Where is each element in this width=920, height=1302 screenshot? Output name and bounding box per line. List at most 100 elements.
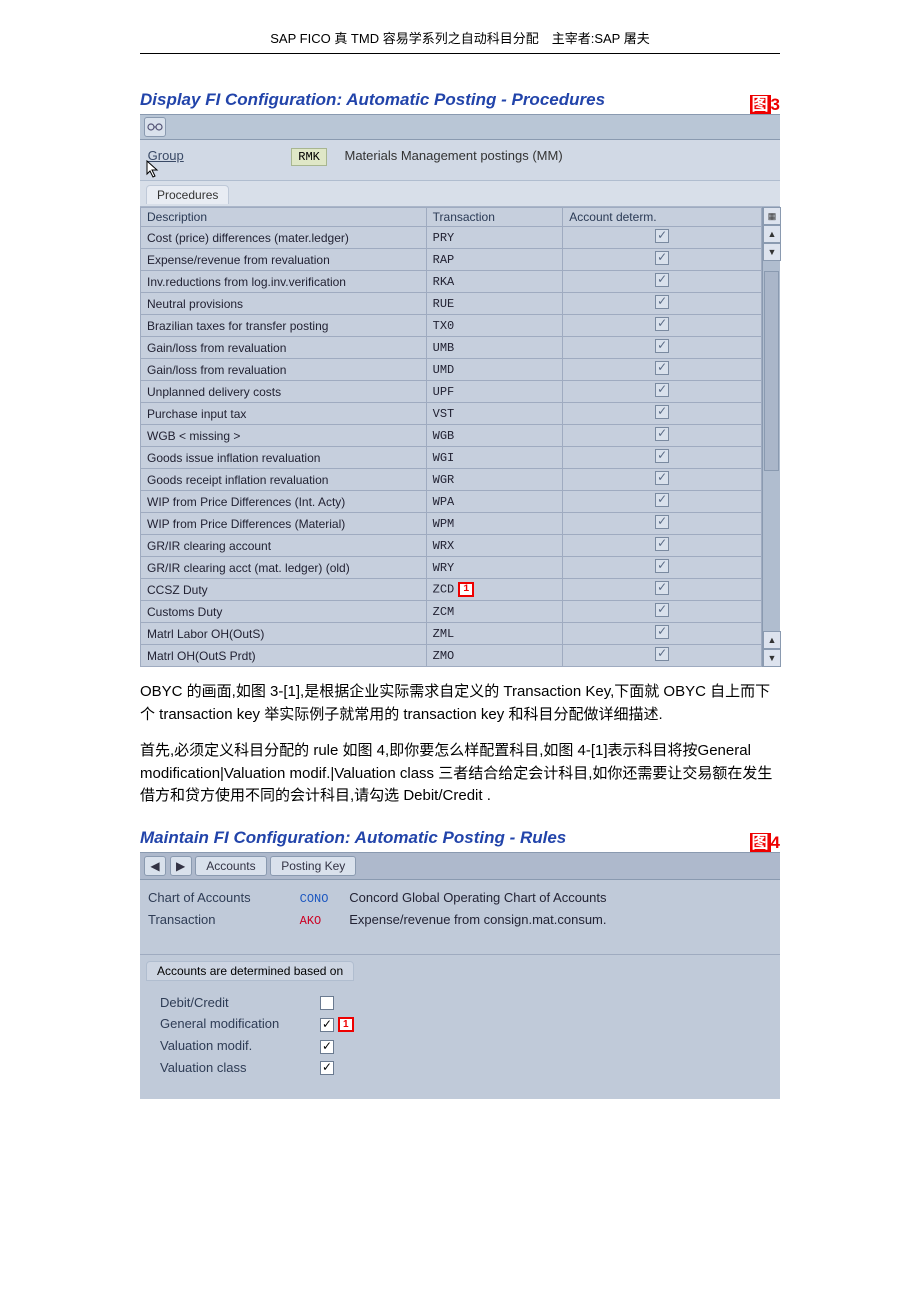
rule-checkbox[interactable] [320,1040,334,1054]
checkbox-checked-icon[interactable] [655,361,669,375]
table-row[interactable]: WIP from Price Differences (Material)WPM [141,513,762,535]
table-config-icon[interactable]: ▦ [763,207,781,225]
checkbox-checked-icon[interactable] [655,339,669,353]
scroll-up-icon[interactable]: ▲ [763,225,781,243]
cell-account-determ [563,403,762,425]
table-row[interactable]: Cost (price) differences (mater.ledger)P… [141,227,762,249]
cell-description: WGB < missing > [141,425,427,447]
cell-account-determ [563,579,762,601]
cell-description: Unplanned delivery costs [141,381,427,403]
table-row[interactable]: Expense/revenue from revaluationRAP [141,249,762,271]
figure-3: Display FI Configuration: Automatic Post… [140,84,780,667]
checkbox-checked-icon[interactable] [655,427,669,441]
scroll-up2-icon[interactable]: ▲ [763,631,781,649]
cell-account-determ [563,601,762,623]
cell-description: Gain/loss from revaluation [141,359,427,381]
rule-checkbox[interactable] [320,1018,334,1032]
rule-checkbox[interactable] [320,1061,334,1075]
table-row[interactable]: Goods issue inflation revaluationWGI [141,447,762,469]
table-row[interactable]: GR/IR clearing acct (mat. ledger) (old)W… [141,557,762,579]
table-row[interactable]: Gain/loss from revaluationUMD [141,359,762,381]
scroll-down-icon[interactable]: ▼ [763,243,781,261]
checkbox-checked-icon[interactable] [655,405,669,419]
table-row[interactable]: Matrl Labor OH(OutS)ZML [141,623,762,645]
cell-transaction: ZMO [426,645,563,667]
rules-box-title: Accounts are determined based on [146,961,354,981]
table-row[interactable]: Gain/loss from revaluationUMB [141,337,762,359]
checkbox-checked-icon[interactable] [655,471,669,485]
table-row[interactable]: Inv.reductions from log.inv.verification… [141,271,762,293]
col-transaction[interactable]: Transaction [426,208,563,227]
table-scrollbar[interactable]: ▦ ▲ ▼ ▲ ▼ [762,207,780,667]
accounts-button[interactable]: Accounts [195,856,266,876]
table-row[interactable]: WIP from Price Differences (Int. Acty)WP… [141,491,762,513]
checkbox-checked-icon[interactable] [655,603,669,617]
group-label: Group [148,148,288,163]
rule-checkbox[interactable] [320,996,334,1010]
coa-code: CONO [300,892,346,906]
checkbox-checked-icon[interactable] [655,273,669,287]
checkbox-checked-icon[interactable] [655,295,669,309]
cell-account-determ [563,469,762,491]
checkbox-checked-icon[interactable] [655,581,669,595]
coa-desc: Concord Global Operating Chart of Accoun… [349,890,606,905]
cell-description: Expense/revenue from revaluation [141,249,427,271]
glasses-icon[interactable] [144,117,166,137]
tx-desc: Expense/revenue from consign.mat.consum. [349,912,606,927]
table-row[interactable]: Unplanned delivery costsUPF [141,381,762,403]
col-account-determ[interactable]: Account determ. [563,208,762,227]
cell-transaction: RKA [426,271,563,293]
cell-description: Customs Duty [141,601,427,623]
cell-description: Inv.reductions from log.inv.verification [141,271,427,293]
cell-transaction: UMD [426,359,563,381]
cell-transaction: WRY [426,557,563,579]
cell-description: Goods receipt inflation revaluation [141,469,427,491]
fig4-label: 图4 [750,828,780,853]
next-button[interactable]: ▶ [170,856,192,876]
prev-button[interactable]: ◀ [144,856,166,876]
coa-label: Chart of Accounts [148,890,296,905]
cell-transaction: WGR [426,469,563,491]
cell-transaction: ZML [426,623,563,645]
scroll-down2-icon[interactable]: ▼ [763,649,781,667]
table-row[interactable]: Matrl OH(OutS Prdt)ZMO [141,645,762,667]
posting-key-button[interactable]: Posting Key [270,856,356,876]
rule-row: Valuation modif. [160,1038,770,1054]
cell-transaction: ZCD1 [426,579,563,601]
checkbox-checked-icon[interactable] [655,647,669,661]
cell-account-determ [563,447,762,469]
table-row[interactable]: GR/IR clearing accountWRX [141,535,762,557]
table-row[interactable]: Neutral provisionsRUE [141,293,762,315]
cell-account-determ [563,249,762,271]
checkbox-checked-icon[interactable] [655,449,669,463]
table-row[interactable]: Goods receipt inflation revaluationWGR [141,469,762,491]
tx-code: AKO [300,914,346,928]
rule-label: Debit/Credit [160,995,320,1010]
cell-transaction: RAP [426,249,563,271]
scroll-track[interactable] [763,261,780,631]
rule-row: Debit/Credit [160,995,770,1011]
table-row[interactable]: Purchase input taxVST [141,403,762,425]
table-row[interactable]: Customs DutyZCM [141,601,762,623]
checkbox-checked-icon[interactable] [655,383,669,397]
scroll-thumb[interactable] [764,271,779,471]
checkbox-checked-icon[interactable] [655,493,669,507]
col-description[interactable]: Description [141,208,427,227]
cell-account-determ [563,227,762,249]
group-desc: Materials Management postings (MM) [344,148,562,163]
checkbox-checked-icon[interactable] [655,625,669,639]
cell-description: Matrl Labor OH(OutS) [141,623,427,645]
table-row[interactable]: WGB < missing >WGB [141,425,762,447]
checkbox-checked-icon[interactable] [655,317,669,331]
paragraph-2: 首先,必须定义科目分配的 rule 如图 4,即你要怎么样配置科目,如图 4-[… [140,740,780,808]
checkbox-checked-icon[interactable] [655,515,669,529]
checkbox-checked-icon[interactable] [655,229,669,243]
table-row[interactable]: Brazilian taxes for transfer postingTX0 [141,315,762,337]
checkbox-checked-icon[interactable] [655,537,669,551]
checkbox-checked-icon[interactable] [655,251,669,265]
cell-transaction: WRX [426,535,563,557]
fig3-group-bar: Group RMK Materials Management postings … [140,140,780,181]
checkbox-checked-icon[interactable] [655,559,669,573]
callout-marker: 1 [338,1017,354,1032]
table-row[interactable]: CCSZ DutyZCD1 [141,579,762,601]
